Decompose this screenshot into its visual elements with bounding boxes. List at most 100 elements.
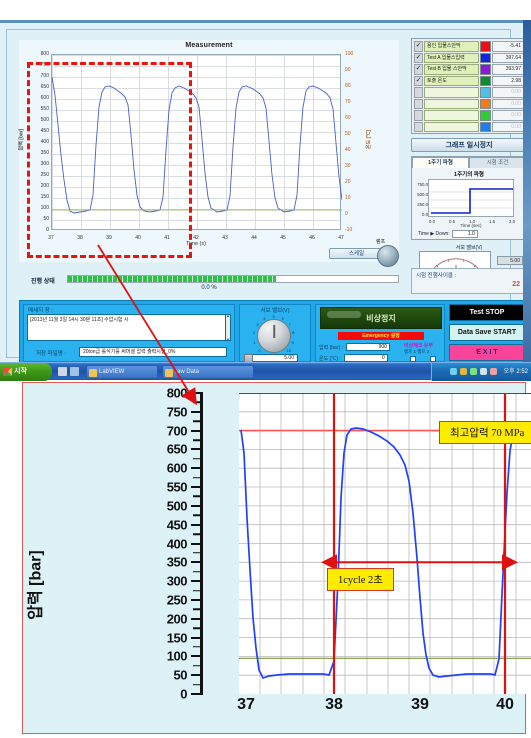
servo-valve-knob[interactable]: [257, 319, 291, 353]
tab-test-conditions[interactable]: 시험 조건: [469, 157, 525, 168]
message-textarea[interactable]: [2013년 11월 3일 14시 30분 11초] 수압시험 시: [27, 314, 231, 341]
legend-checkbox[interactable]: [414, 40, 423, 52]
legend-checkbox[interactable]: [414, 110, 423, 121]
tray-shield-icon[interactable]: [470, 368, 477, 375]
graph-scale-button[interactable]: 스케일: [329, 248, 384, 259]
legend-checkbox[interactable]: [414, 63, 423, 75]
knob-tick-label: 9: [291, 339, 294, 345]
legend-checkbox[interactable]: [414, 121, 423, 132]
knob-tick-label: 3: [256, 321, 259, 327]
legend-row: 0.00: [414, 121, 524, 132]
legend-color-swatch[interactable]: [480, 75, 491, 86]
quicklaunch-desktop-icon[interactable]: [58, 367, 67, 376]
legend-color-swatch[interactable]: [480, 98, 491, 109]
chart-y-tick-label: 250: [166, 592, 188, 608]
emergency-stop-button[interactable]: 비상정지: [320, 307, 442, 329]
chart-y-minor-tick: [193, 665, 200, 667]
legend-channel-name[interactable]: 토출 온도: [424, 75, 479, 86]
chart-y-axis-label: 압력 [bar]: [27, 550, 45, 620]
chart-y-minor-tick: [193, 608, 200, 611]
chart-y-minor-tick: [193, 533, 200, 535]
graph-y-tick-right: 10: [345, 195, 351, 201]
chart-y-tick-label: 700: [166, 423, 188, 439]
tab-waveform[interactable]: 1주기 파형: [412, 157, 469, 168]
subplot-down-value[interactable]: 1.0: [451, 229, 478, 238]
chart-y-tick-label: 400: [166, 536, 188, 551]
status-lamp-indicator: [377, 245, 399, 267]
graph-y-tick-right: 40: [345, 147, 351, 153]
legend-channel-name[interactable]: Test A 입물스입력: [424, 52, 479, 63]
chart-y-minor-tick: [193, 646, 200, 648]
start-button[interactable]: 시작: [0, 363, 52, 381]
legend-checkbox[interactable]: [414, 98, 423, 109]
legend-checkbox[interactable]: [414, 52, 423, 63]
data-save-start-button[interactable]: Data Save START: [449, 324, 525, 341]
tray-update-icon[interactable]: [460, 368, 467, 375]
graph-y-tick-right: 60: [345, 115, 351, 121]
message-scrollbar[interactable]: [225, 313, 231, 342]
graph-y-tick-right: 20: [345, 179, 351, 185]
taskbar-item-folder[interactable]: raw Data: [162, 365, 254, 379]
chart-y-tick-label: 650: [166, 441, 188, 457]
subplot-y-tick: 500.0: [417, 192, 428, 197]
desktop-background-strip: [523, 20, 531, 362]
graph-plot-area[interactable]: [51, 54, 342, 230]
tray-network-icon[interactable]: [450, 368, 457, 375]
taskbar-item-labview[interactable]: LabVIEW: [86, 365, 158, 379]
legend-checkbox[interactable]: [414, 75, 423, 86]
graph-y-tick-right: 70: [345, 99, 351, 105]
knob-tick-label: 5: [272, 313, 275, 319]
legend-channel-name[interactable]: Test B 입물 스안막: [424, 64, 479, 75]
temperature-label: 온도 (℃) :: [319, 355, 341, 362]
servo-valve-value[interactable]: 5.00: [244, 354, 298, 362]
legend-channel-name[interactable]: [424, 87, 479, 98]
legend-value: 0.00: [492, 87, 524, 98]
progress-row: 진행 상태 0.0 %: [19, 274, 399, 296]
filename-input[interactable]: 20ton급 롤식기를 써머셜 압력 출력시험_0%: [79, 347, 227, 357]
test-stop-button[interactable]: Test STOP: [449, 304, 525, 321]
graph-y-tick: 550: [40, 106, 49, 112]
subplot-plot-area[interactable]: 750.0 500.0 250.0 0.0 0.0 0.5 1.0 1.5 2.0: [417, 179, 515, 224]
chart-y-minor-tick: [193, 476, 200, 479]
tab-row: 1주기 파형 시험 조건: [412, 157, 525, 168]
graph-y-tick-right: -10: [345, 227, 353, 233]
chart-x-tick-label: 38: [325, 696, 343, 713]
legend-color-swatch[interactable]: [480, 87, 491, 98]
graph-pause-button[interactable]: 그래프 일시정지: [411, 138, 525, 152]
graph-y-tick-right: 0: [345, 211, 348, 217]
legend-checkbox[interactable]: [414, 87, 423, 98]
graph-y-axis: 800 750 700 650 600 550 500 450 400 350 300 250 200 1…: [29, 52, 49, 233]
chart-y-tick-label: 150: [166, 630, 188, 646]
pressure-label: 압력 (bar) :: [319, 344, 343, 351]
tray-volume-icon[interactable]: [480, 368, 487, 375]
control-panel: 메세지 창 : [2013년 11월 3일 14시 30분 11초] 수압시험 …: [19, 300, 525, 362]
legend-channel-name[interactable]: [424, 98, 479, 109]
graph-y-tick-right: 100: [345, 51, 354, 57]
message-section: 메세지 창 : [2013년 11월 3일 14시 30분 11초] 수압시험 …: [23, 304, 235, 362]
legend-channel-name[interactable]: [424, 121, 479, 132]
legend-color-swatch[interactable]: [480, 121, 491, 132]
graph-y-tick: 0: [46, 227, 49, 233]
legend-color-swatch[interactable]: [480, 52, 491, 63]
graph-y-axis-right-label: 온도 [℃]: [365, 130, 372, 149]
chart-y-tick-label: 800: [166, 385, 188, 401]
gauge-readout: 5.00: [497, 256, 523, 265]
legend-color-swatch[interactable]: [480, 41, 491, 52]
pressure-input[interactable]: 900: [345, 343, 390, 351]
measurement-graph: Measurement 800 750 700 650 600 550 500 450 400 3…: [18, 40, 399, 262]
chart-y-minor-tick: [193, 458, 200, 460]
graph-y-axis-label: 압력 [bar]: [18, 128, 25, 151]
knob-tick-label: 1: [253, 339, 256, 345]
chart-y-tick-label: 550: [166, 479, 188, 495]
exit-button[interactable]: E X I T: [449, 344, 525, 361]
legend-color-swatch[interactable]: [480, 110, 491, 121]
legend-channel-name[interactable]: [424, 110, 479, 121]
temperature-input[interactable]: 0: [343, 354, 388, 362]
legend-channel-name[interactable]: 용인 입물스안막: [424, 41, 479, 52]
tray-app-icon[interactable]: [490, 368, 497, 375]
knob-tick-label: 0: [258, 347, 261, 353]
legend-value: 2.98: [492, 75, 524, 86]
quicklaunch-browser-icon[interactable]: [70, 367, 79, 376]
graph-y-tick: 350: [40, 150, 49, 156]
legend-color-swatch[interactable]: [480, 64, 491, 75]
